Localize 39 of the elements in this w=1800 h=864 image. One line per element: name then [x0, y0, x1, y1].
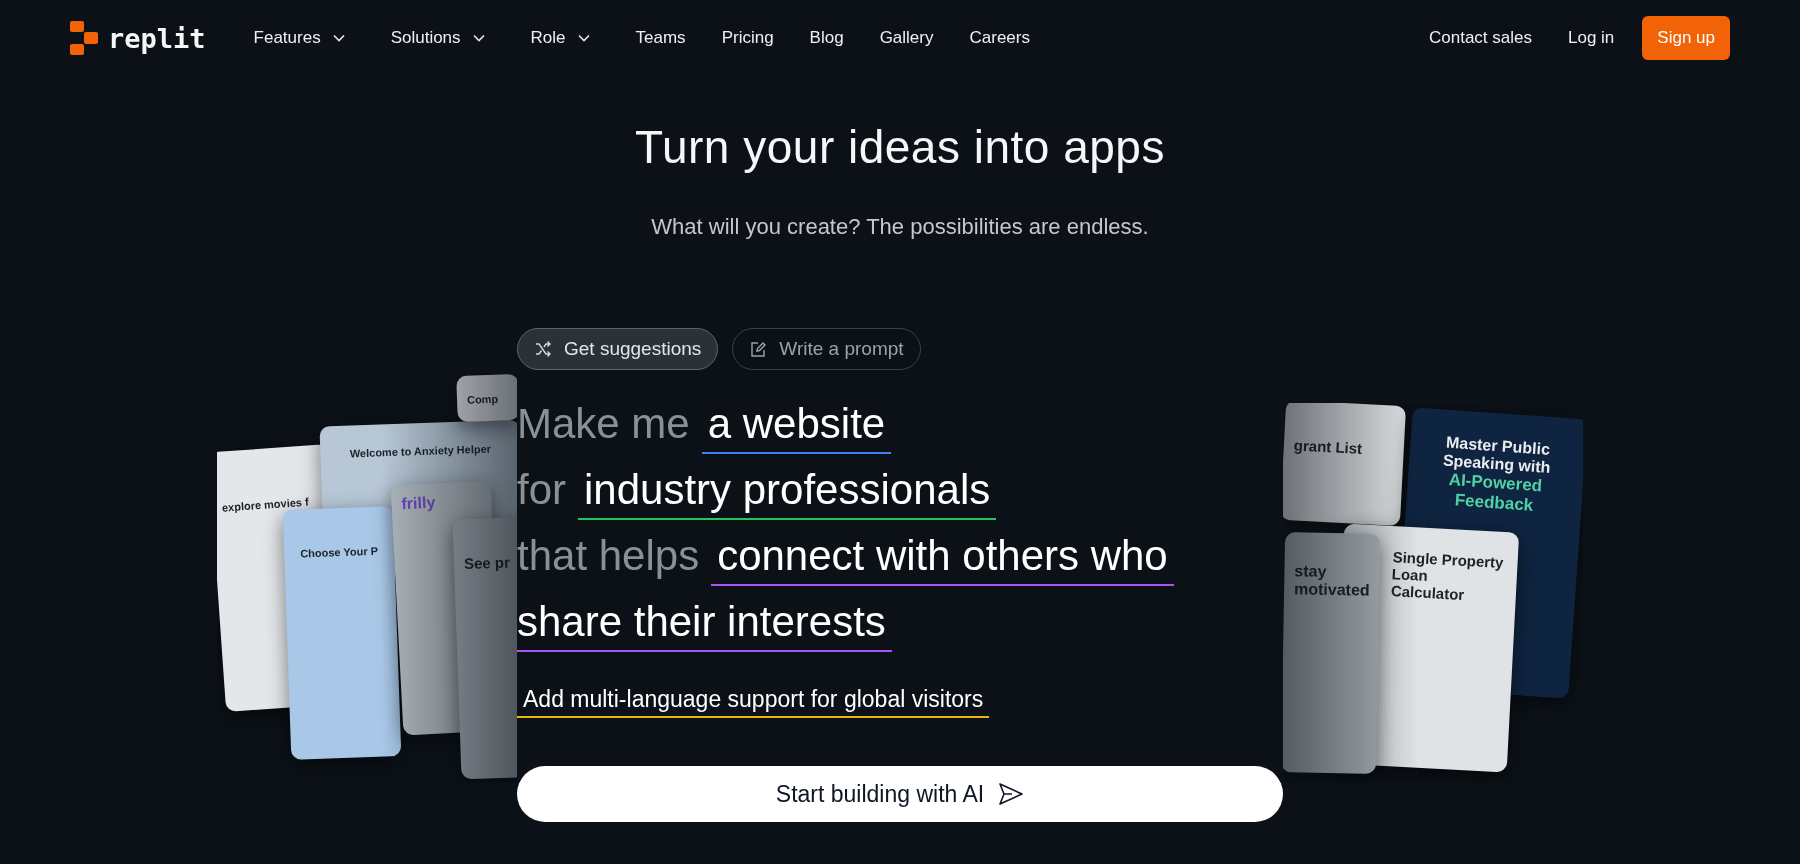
shuffle-icon [534, 340, 552, 358]
card-title: Single Property Loan Calculator [1390, 548, 1505, 605]
mode-tab[interactable]: Get suggestions [517, 328, 719, 370]
nav-link[interactable]: Careers [951, 20, 1048, 56]
nav-link[interactable]: Contact sales [1411, 20, 1550, 56]
prompt-choice[interactable]: share their interests [517, 596, 892, 652]
hero-subtitle: What will you create? The possibilities are endless. [651, 214, 1149, 240]
nav-link[interactable]: Teams [617, 20, 704, 56]
nav-link[interactable]: Role [512, 20, 618, 56]
card-title: explore movies f [221, 494, 310, 514]
suggestion-text[interactable]: Add multi-language support for global visitors [517, 686, 990, 718]
prompt-choice[interactable]: connect with others who [711, 530, 1174, 586]
logo-icon [70, 21, 98, 55]
card-title: Choose Your P [299, 544, 380, 560]
edit-icon [749, 340, 768, 358]
hero-title: Turn your ideas into apps [635, 120, 1165, 174]
nav-link[interactable]: Log in [1550, 20, 1633, 56]
nav-link[interactable]: Blog [791, 20, 862, 56]
prompt-text: for [517, 465, 566, 515]
chevron-down-icon [577, 34, 590, 42]
chevron-down-icon [472, 34, 485, 42]
prompt-choice[interactable]: a website [701, 398, 892, 454]
nav-link[interactable]: Pricing [703, 20, 792, 56]
card-title: grant List [1293, 436, 1364, 459]
send-icon [998, 782, 1025, 806]
prompt-choice[interactable]: industry professionals [578, 464, 997, 520]
card-title: Welcome to Anxiety Helper [348, 441, 493, 461]
nav-link[interactable]: Solutions [372, 20, 513, 56]
nav-link[interactable]: Gallery [861, 20, 952, 56]
start-building-button[interactable]: Start building with AI [517, 766, 1283, 822]
card-title: See pr [463, 553, 512, 573]
card-title: Comp [466, 392, 500, 406]
prompt-text: Make me [517, 399, 690, 449]
prompt-text: that helps [517, 531, 700, 581]
replit-logo[interactable]: replit [70, 21, 206, 55]
card-title: stay motivated [1293, 562, 1370, 600]
card-title: frilly [401, 492, 437, 514]
chevron-down-icon [332, 34, 345, 42]
nav-link[interactable]: Features [235, 20, 373, 56]
